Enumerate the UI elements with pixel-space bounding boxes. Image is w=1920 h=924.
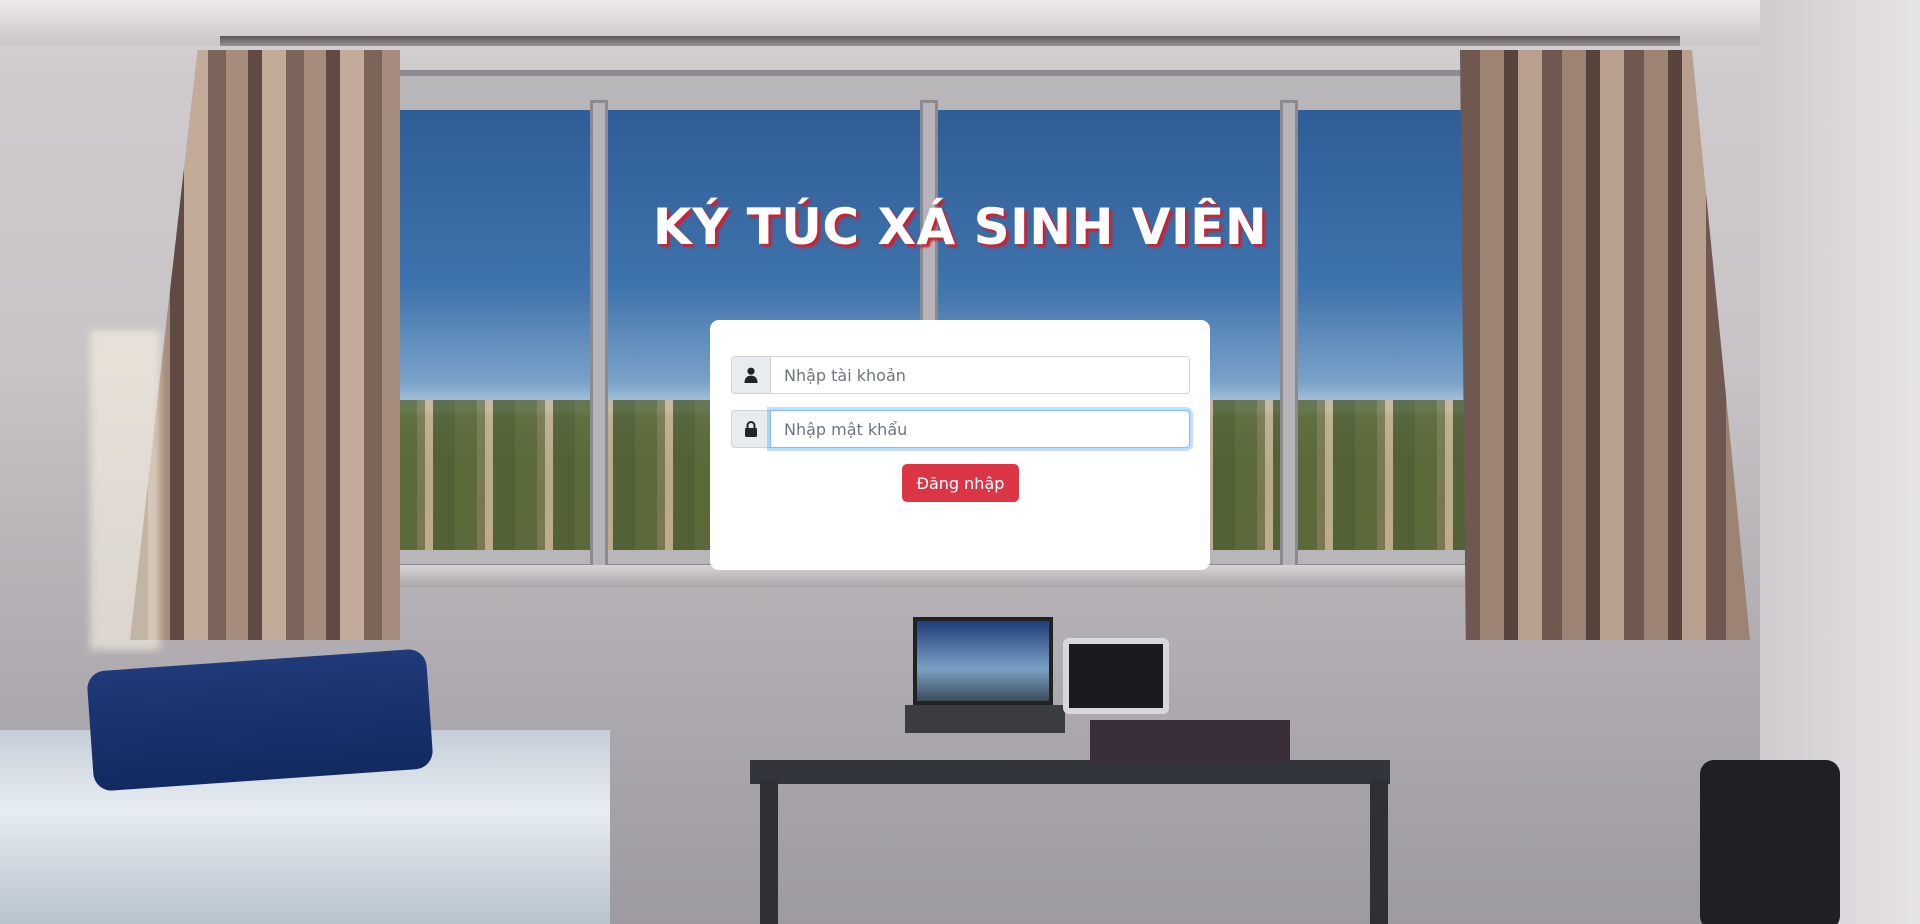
- curtain-rail: [220, 36, 1680, 46]
- suitcase: [1700, 760, 1840, 924]
- window-mullion: [1280, 100, 1298, 570]
- desk-leg: [760, 780, 778, 924]
- lock-icon-glyph: [745, 421, 757, 437]
- page-title: KÝ TÚC XÁ SINH VIÊN: [652, 198, 1268, 256]
- password-input[interactable]: [770, 410, 1190, 448]
- username-input[interactable]: [770, 356, 1190, 394]
- sunlight-patch: [90, 330, 160, 650]
- login-card: Đăng nhập: [710, 320, 1210, 570]
- username-group: [731, 356, 1190, 394]
- user-icon-glyph: [744, 367, 758, 383]
- laptop-base: [905, 705, 1065, 733]
- curtain-left: [130, 50, 400, 640]
- desk-mat: [1090, 720, 1290, 762]
- laptop-screen: [913, 617, 1053, 705]
- pillow: [86, 648, 434, 792]
- password-group: [731, 410, 1190, 448]
- desk: [750, 760, 1390, 784]
- window-mullion: [590, 100, 608, 570]
- lock-icon: [731, 410, 770, 448]
- user-icon: [731, 356, 770, 394]
- curtain-right: [1460, 50, 1750, 640]
- desk-leg: [1370, 780, 1388, 924]
- login-button[interactable]: Đăng nhập: [901, 464, 1020, 502]
- tablet: [1063, 638, 1169, 714]
